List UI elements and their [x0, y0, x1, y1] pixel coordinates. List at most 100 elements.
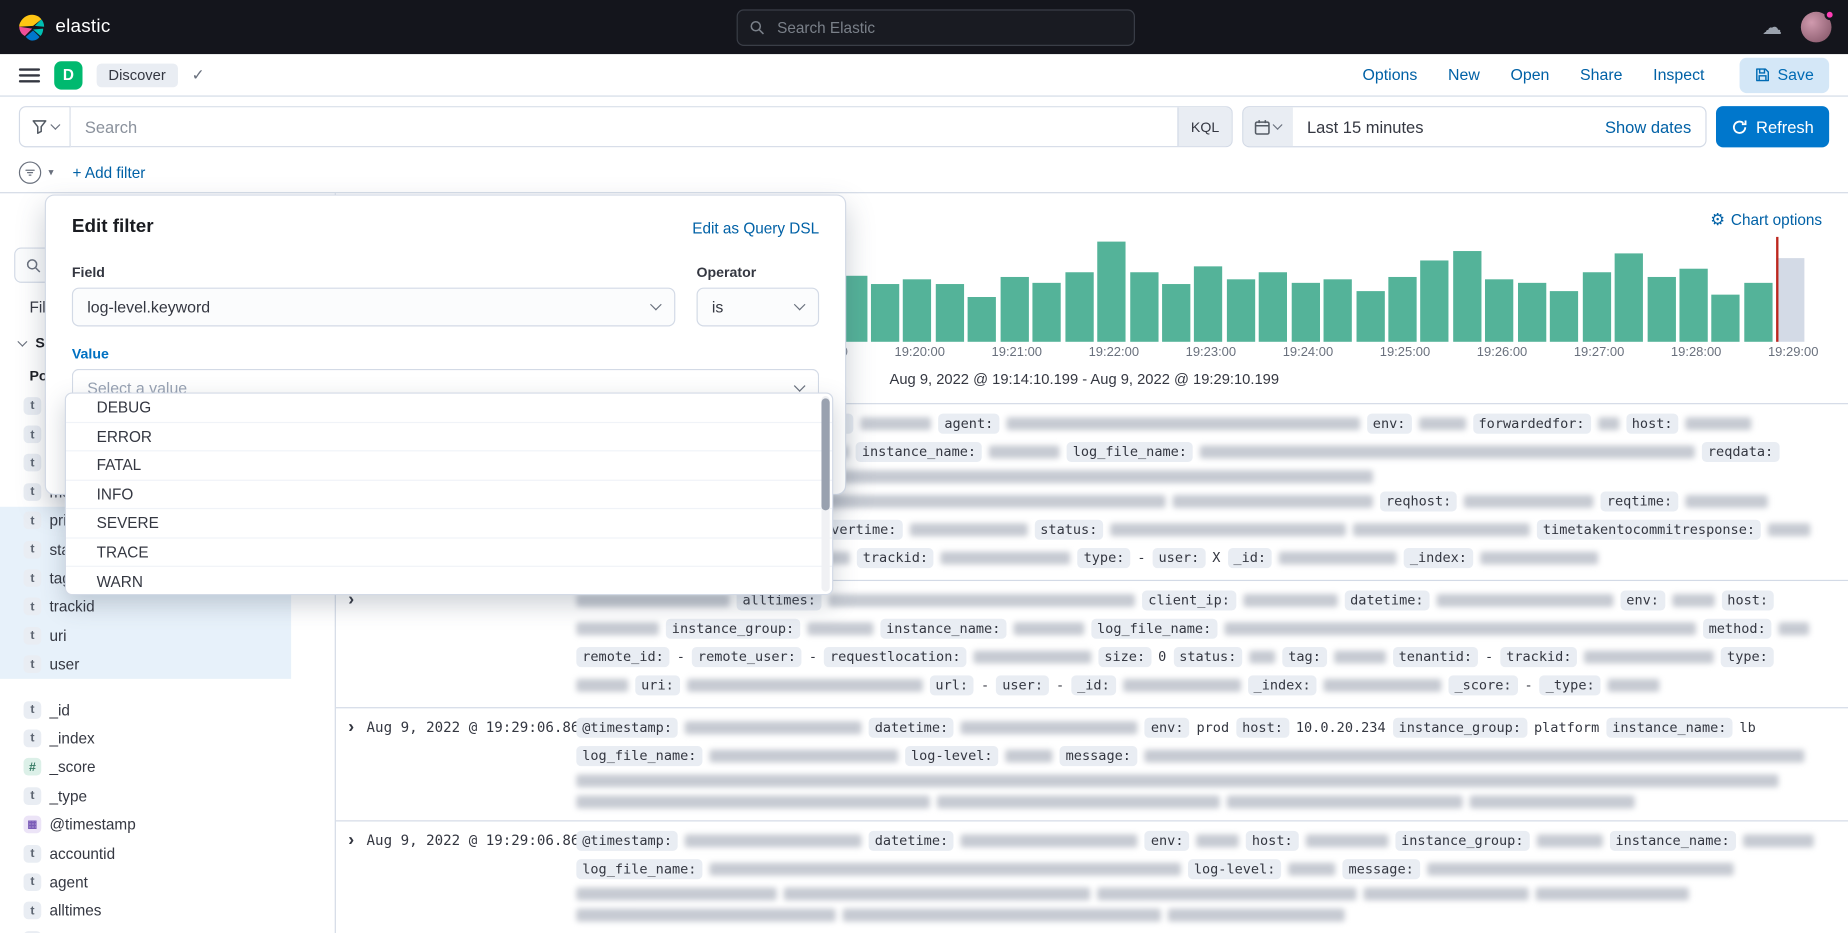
redacted-value — [576, 887, 776, 900]
field-item-agent[interactable]: tagent — [0, 868, 335, 897]
histogram-bar[interactable] — [871, 284, 899, 342]
edit-as-query-dsl-link[interactable]: Edit as Query DSL — [692, 219, 819, 237]
redacted-value — [1464, 495, 1594, 508]
field-label-badge: agent: — [938, 414, 999, 434]
expand-row-icon[interactable]: › — [336, 831, 367, 922]
field-item-_type[interactable]: t_type — [0, 781, 335, 810]
user-avatar[interactable] — [1801, 12, 1832, 43]
toolbar-link-new[interactable]: New — [1448, 66, 1480, 84]
histogram-bar[interactable] — [1130, 272, 1158, 342]
operator-select[interactable]: is — [697, 288, 820, 327]
value-option-info[interactable]: INFO — [66, 480, 832, 509]
histogram-bar[interactable] — [1227, 279, 1255, 341]
field-label-badge: user: — [996, 675, 1049, 695]
chevron-down-icon[interactable]: ▾ — [48, 166, 53, 179]
string-field-icon: t — [24, 873, 42, 891]
redacted-value — [1306, 834, 1388, 847]
field-label-badge: reqhost: — [1380, 491, 1457, 511]
query-search-input[interactable] — [71, 117, 1178, 136]
string-field-icon: t — [24, 397, 42, 415]
histogram-bar[interactable] — [1324, 279, 1352, 341]
space-badge[interactable]: D — [54, 61, 82, 89]
histogram-bar[interactable] — [1162, 284, 1190, 342]
histogram-partial-bar[interactable] — [1776, 258, 1804, 342]
toolbar-link-inspect[interactable]: Inspect — [1653, 66, 1704, 84]
histogram-bar[interactable] — [1582, 272, 1610, 342]
field-item-_index[interactable]: t_index — [0, 724, 335, 753]
redacted-value — [576, 774, 1778, 787]
field-name: agent — [49, 873, 87, 891]
value-option-fatal[interactable]: FATAL — [66, 452, 832, 481]
show-dates-button[interactable]: Show dates — [1605, 117, 1705, 136]
toolbar-link-options[interactable]: Options — [1363, 66, 1418, 84]
histogram-bar[interactable] — [1291, 283, 1319, 342]
histogram-bar[interactable] — [1615, 253, 1643, 341]
chart-options-button[interactable]: ⚙ Chart options — [1710, 207, 1822, 231]
field-item-@timestamp[interactable]: ▦@timestamp — [0, 810, 335, 839]
field-item-appname[interactable]: tappname — [0, 925, 335, 933]
value-option-severe[interactable]: SEVERE — [66, 509, 832, 538]
histogram-bar[interactable] — [1712, 295, 1740, 342]
histogram-bar[interactable] — [1485, 279, 1513, 341]
scrollbar-thumb[interactable] — [821, 398, 829, 510]
expand-row-icon[interactable]: › — [336, 718, 367, 809]
field-item-trackid[interactable]: ttrackid — [0, 593, 291, 622]
histogram-bar[interactable] — [1388, 277, 1416, 342]
search-icon — [750, 19, 765, 34]
time-range-value[interactable]: Last 15 minutes — [1293, 117, 1438, 136]
histogram-bar[interactable] — [936, 284, 964, 342]
redacted-value — [1324, 679, 1442, 692]
histogram-bar[interactable] — [1744, 283, 1772, 342]
breadcrumb[interactable]: Discover — [97, 63, 178, 87]
histogram-bar[interactable] — [1356, 291, 1384, 342]
save-button[interactable]: Save — [1740, 57, 1829, 92]
toolbar-link-open[interactable]: Open — [1510, 66, 1549, 84]
field-select[interactable]: log-level.keyword — [72, 288, 675, 327]
add-filter-button[interactable]: + Add filter — [73, 164, 146, 182]
redacted-value — [1243, 594, 1337, 607]
histogram-bar[interactable] — [1550, 291, 1578, 342]
toolbar-link-share[interactable]: Share — [1580, 66, 1622, 84]
doc-timestamp — [367, 590, 577, 695]
histogram-bar[interactable] — [1421, 260, 1449, 341]
elastic-logo[interactable]: elastic — [16, 12, 110, 41]
histogram-bar[interactable] — [1679, 269, 1707, 342]
string-field-icon: t — [24, 656, 42, 674]
query-bar: KQL Last 15 minutes Show dates Refresh — [0, 97, 1848, 157]
global-search[interactable] — [737, 9, 1135, 46]
value-option-debug[interactable]: DEBUG — [66, 394, 832, 423]
field-item-_score[interactable]: #_score — [0, 753, 335, 782]
menu-icon[interactable] — [19, 68, 40, 82]
value-option-warn[interactable]: WARN — [66, 567, 832, 595]
expand-row-icon[interactable]: › — [336, 590, 367, 695]
histogram-bar[interactable] — [1065, 272, 1093, 342]
field-label-badge: log-level: — [905, 746, 998, 766]
global-search-input[interactable] — [775, 17, 1123, 37]
histogram-bar[interactable] — [1453, 251, 1481, 342]
field-item-uri[interactable]: turi — [0, 621, 291, 650]
cloud-deployment-icon[interactable]: ☁ — [1762, 17, 1782, 37]
field-item-_id[interactable]: t_id — [0, 695, 335, 724]
refresh-button[interactable]: Refresh — [1716, 106, 1829, 147]
filter-set-menu-icon[interactable] — [19, 161, 41, 183]
value-option-trace[interactable]: TRACE — [66, 538, 832, 567]
histogram-bar[interactable] — [1259, 272, 1287, 342]
histogram-bar[interactable] — [968, 297, 996, 342]
document-row: ›Aug 9, 2022 @ 19:29:06.869@timestamp:da… — [336, 708, 1848, 821]
histogram-bar[interactable] — [1647, 277, 1675, 342]
field-item-user[interactable]: tuser — [0, 650, 291, 679]
kql-language-button[interactable]: KQL — [1177, 107, 1231, 146]
field-item-accountid[interactable]: taccountid — [0, 839, 335, 868]
string-field-icon: t — [24, 426, 42, 444]
histogram-bar[interactable] — [1097, 242, 1125, 342]
field-item-alltimes[interactable]: talltimes — [0, 896, 335, 925]
histogram-bar[interactable] — [1033, 283, 1061, 342]
histogram-bar[interactable] — [1194, 266, 1222, 341]
calendar-menu-button[interactable] — [1243, 107, 1292, 146]
histogram-bar[interactable] — [1000, 277, 1028, 342]
saved-query-menu-button[interactable] — [19, 106, 71, 147]
histogram-bar[interactable] — [903, 279, 931, 341]
value-option-error[interactable]: ERROR — [66, 423, 832, 452]
field-label: Field — [72, 264, 675, 280]
histogram-bar[interactable] — [1518, 283, 1546, 342]
